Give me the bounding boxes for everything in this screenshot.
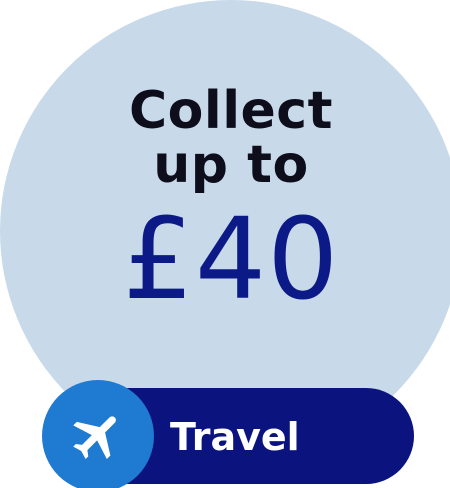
headline-collect: Collect — [129, 81, 333, 141]
promo-card: Collect up to £40 Travel — [0, 0, 450, 488]
headline-up-to: up to — [153, 135, 309, 195]
airplane-icon — [73, 416, 116, 459]
airplane-icon-badge — [42, 380, 154, 488]
reward-amount: £40 — [122, 195, 340, 325]
travel-label: Travel — [170, 415, 300, 459]
